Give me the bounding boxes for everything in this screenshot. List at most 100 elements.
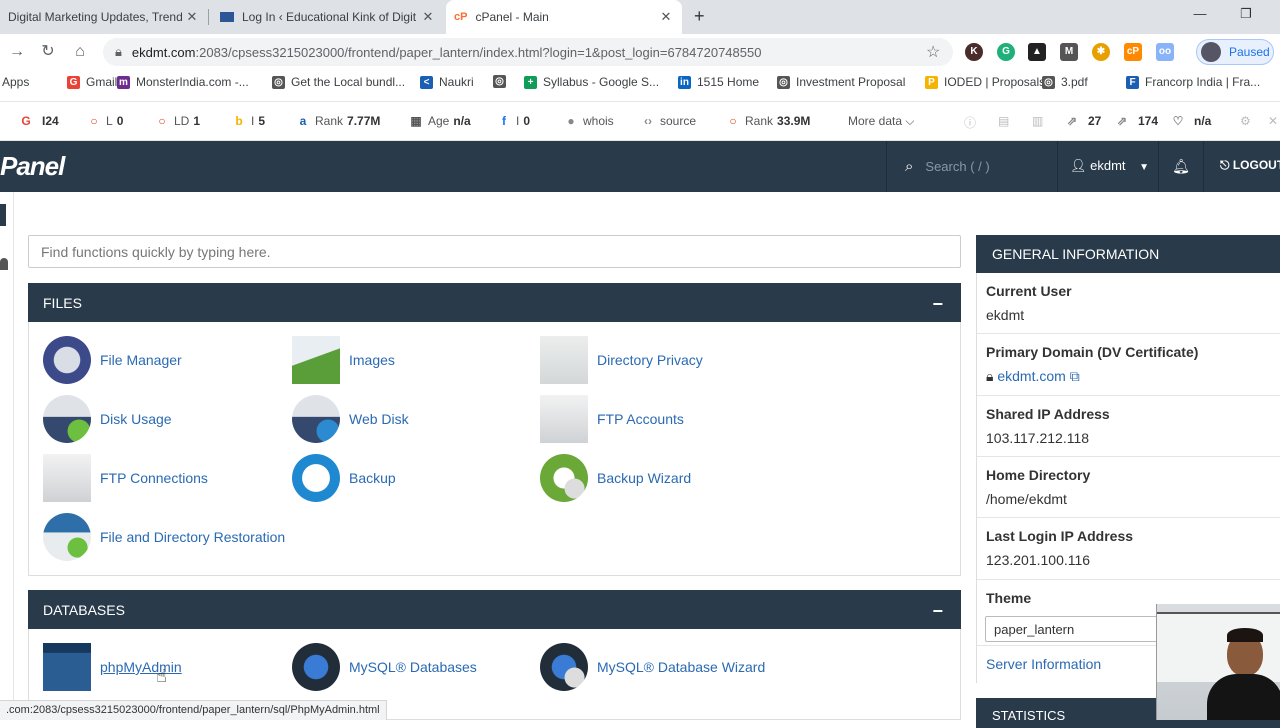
minimize-icon[interactable]: — xyxy=(1180,6,1220,21)
presenter-hair xyxy=(1227,628,1263,642)
files-section-header[interactable]: FILES − xyxy=(28,283,961,322)
seo-metric[interactable]: fI0 xyxy=(498,114,530,128)
close-icon[interactable]: ✕ xyxy=(420,9,436,25)
files-item[interactable]: Backup Wizard xyxy=(540,454,691,502)
bookmark-item[interactable]: G Gmail xyxy=(67,75,117,89)
seo-metric[interactable]: ● whois xyxy=(565,114,618,128)
seo-metric[interactable]: ○ LD 1 xyxy=(156,114,200,128)
file-manager-icon xyxy=(43,336,91,384)
browser-tab[interactable]: Digital Marketing Updates, Trend ✕ xyxy=(0,0,208,34)
files-item[interactable]: FTP Connections xyxy=(43,454,208,502)
files-item-label: Web Disk xyxy=(349,411,409,427)
databases-item[interactable]: MySQL® Databases xyxy=(292,643,477,691)
bookmark-apps[interactable]: Apps xyxy=(2,75,29,89)
extension-gmail-icon[interactable]: M xyxy=(1060,43,1078,61)
home-icon[interactable]: ⌂ xyxy=(69,41,91,63)
external-link-icon[interactable]: ⧉ xyxy=(1070,368,1080,384)
files-item[interactable]: Web Disk xyxy=(292,395,409,443)
bookmark-item[interactable]: ◎ 3.pdf xyxy=(1042,75,1088,89)
close-icon[interactable]: ✕ xyxy=(184,9,200,25)
seo-metric[interactable]: ▦ Age n/a xyxy=(410,114,470,128)
seo-metric[interactable]: More data ⌵ xyxy=(848,114,918,129)
bookmark-item[interactable]: ◎ Investment Proposal xyxy=(777,75,905,89)
databases-item[interactable]: MySQL® Database Wizard xyxy=(540,643,765,691)
bookmark-item[interactable]: P IODED | Proposals xyxy=(925,75,1045,89)
menu-icon[interactable] xyxy=(0,204,6,226)
files-item[interactable]: File and Directory Restoration xyxy=(43,513,285,561)
profile-button[interactable]: Paused xyxy=(1196,39,1274,65)
seo-metric[interactable]: G I24 xyxy=(20,114,58,128)
close-icon[interactable]: ✕ xyxy=(1268,114,1278,128)
shared-ip-label: Shared IP Address xyxy=(986,406,1110,422)
cpanel-logo[interactable]: Panel xyxy=(0,151,65,182)
bookmark-item[interactable]: m MonsterIndia.com -... xyxy=(117,75,249,89)
quick-find-input[interactable]: Find functions quickly by typing here. xyxy=(28,235,961,268)
seo-metric[interactable]: ‹› source xyxy=(642,114,700,128)
collapse-icon[interactable]: − xyxy=(932,294,943,315)
extension-gear-icon[interactable]: ✱ xyxy=(1092,43,1110,61)
extension-incognito-icon[interactable]: ▲ xyxy=(1028,43,1046,61)
mysql-wizard-icon xyxy=(540,643,588,691)
browser-tab-active[interactable]: cP cPanel - Main ✕ xyxy=(446,0,682,34)
extension-cp-icon[interactable]: cP xyxy=(1124,43,1142,61)
bookmark-item[interactable]: in 1515 Home xyxy=(678,75,759,89)
browser-tab[interactable]: Log In ‹ Educational Kink of Digit ✕ xyxy=(212,0,444,34)
files-item[interactable]: FTP Accounts xyxy=(540,395,684,443)
logout-link[interactable]: ⎋ LOGOUT xyxy=(1220,158,1280,173)
bookmark-favicon-icon: ◎ xyxy=(777,75,790,89)
seo-metric[interactable]: ♡ n/a xyxy=(1172,114,1212,128)
backup-wizard-icon xyxy=(540,454,588,502)
current-user-value: ekdmt xyxy=(986,307,1025,323)
bookmark-item[interactable]: + Syllabus - Google S... xyxy=(524,75,659,89)
restore-icon[interactable]: ❐ xyxy=(1226,6,1266,22)
seo-metric[interactable]: bI5 xyxy=(233,114,265,128)
extension-k-icon[interactable]: K xyxy=(965,43,983,61)
seo-metric[interactable]: a Rank 7.77M xyxy=(297,114,381,128)
files-item[interactable]: Disk Usage xyxy=(43,395,172,443)
files-item[interactable]: File Manager xyxy=(43,336,182,384)
images-icon xyxy=(292,336,340,384)
bookmark-item[interactable]: < Naukri xyxy=(420,75,474,89)
bookmark-item[interactable]: ◎ Get the Local bundl... xyxy=(272,75,405,89)
page-icon[interactable]: ▥ xyxy=(1032,114,1043,128)
info-icon[interactable]: ⓘ xyxy=(964,114,976,131)
collapse-icon[interactable]: − xyxy=(932,601,943,622)
extension-grammarly-icon[interactable]: G xyxy=(997,43,1015,61)
current-user-label: Current User xyxy=(986,283,1072,299)
bookmark-item[interactable]: ◎ xyxy=(493,75,512,88)
browser-toolbar: → ↻ ⌂ 🔒︎ ekdmt.com :2083/cpsess321502300… xyxy=(0,34,1280,70)
reload-icon[interactable]: ↻ xyxy=(37,41,59,63)
seo-metric[interactable]: ⇗ 174 xyxy=(1116,114,1158,128)
disk-usage-icon xyxy=(43,395,91,443)
bookmark-item[interactable]: F Francorp India | Fra... xyxy=(1126,75,1260,89)
seo-metric[interactable]: ○ L 0 xyxy=(88,114,123,128)
notifications-bell-icon[interactable]: 🔔︎ xyxy=(1158,141,1204,192)
lock-icon: 🔒︎ xyxy=(115,44,122,59)
extension-mozbar-icon[interactable]: oo xyxy=(1156,43,1174,61)
users-icon[interactable] xyxy=(0,258,8,270)
bookmark-label: Apps xyxy=(2,75,30,89)
user-menu[interactable]: 👤︎ ekdmt ▼ xyxy=(1070,158,1149,174)
cpanel-search[interactable]: ⌕ Search ( / ) xyxy=(886,141,1058,192)
phpmyadmin-icon xyxy=(43,643,91,691)
back-icon[interactable]: → xyxy=(6,41,28,63)
address-bar[interactable]: 🔒︎ ekdmt.com :2083/cpsess3215023000/fron… xyxy=(103,38,953,66)
bookmark-label: Francorp India | Fra... xyxy=(1145,75,1261,89)
settings-gear-icon[interactable]: ⚙ xyxy=(1240,114,1251,128)
files-item[interactable]: Backup xyxy=(292,454,396,502)
files-item-label: Backup Wizard xyxy=(597,470,692,486)
seo-metric-value: 27 xyxy=(1088,114,1102,128)
new-tab-button[interactable]: + xyxy=(694,6,705,27)
files-item[interactable]: Directory Privacy xyxy=(540,336,703,384)
seo-metric[interactable]: ○ Rank 33.9M xyxy=(727,114,810,128)
primary-domain-link[interactable]: ekdmt.com xyxy=(997,368,1065,384)
seo-metric-icon: ‹› xyxy=(644,114,652,128)
server-information-link[interactable]: Server Information xyxy=(986,656,1101,672)
bookmark-star-icon[interactable]: ☆ xyxy=(926,42,940,62)
seo-metric[interactable]: ⇗ 27 xyxy=(1066,114,1101,128)
close-icon[interactable]: ✕ xyxy=(658,9,674,25)
files-item[interactable]: Images xyxy=(292,336,395,384)
databases-section-header[interactable]: DATABASES − xyxy=(28,590,961,629)
site-favicon-icon xyxy=(220,12,234,22)
grid-icon[interactable]: ▤ xyxy=(998,114,1009,128)
